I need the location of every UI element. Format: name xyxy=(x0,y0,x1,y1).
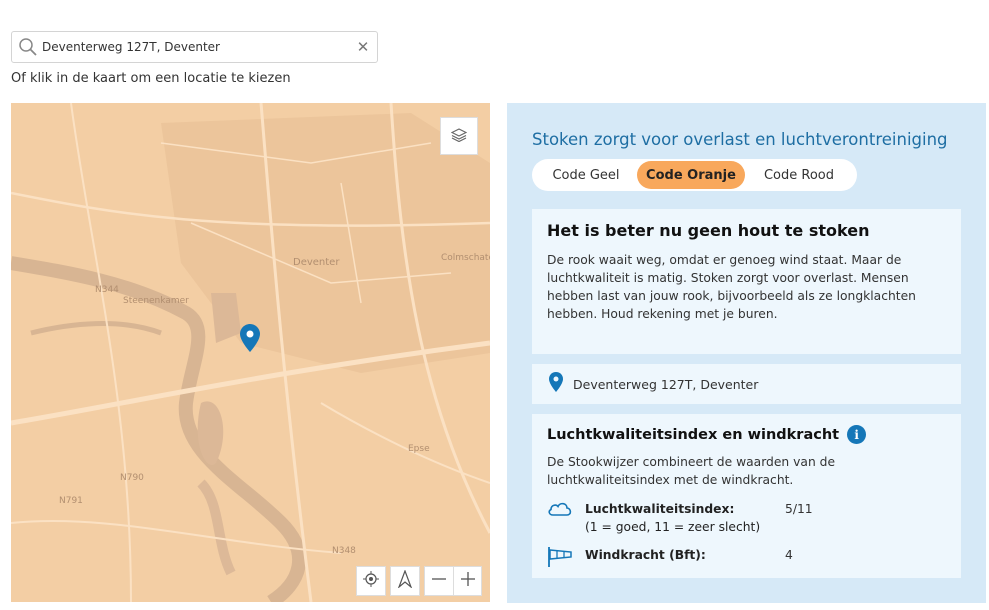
search-box[interactable]: ✕ xyxy=(11,31,378,63)
map-hint: Of klik in de kaart om een locatie te ki… xyxy=(11,71,291,86)
map-label-n791: N791 xyxy=(59,496,83,506)
location-pin-icon xyxy=(549,372,563,396)
map[interactable]: Deventer Colmschate Steenenkamer Epse N3… xyxy=(11,103,490,602)
aqi-row: Luchtkwaliteitsindex: (1 = goed, 11 = ze… xyxy=(547,500,813,536)
wind-label: Windkracht (Bft): xyxy=(585,548,706,562)
index-text: De Stookwijzer combineert de waarden van… xyxy=(547,455,836,487)
zoom-in-button[interactable] xyxy=(453,567,481,595)
code-rood-button[interactable]: Code Rood xyxy=(745,161,853,189)
info-icon[interactable]: i xyxy=(847,425,867,444)
map-label-n344: N344 xyxy=(95,285,119,295)
aqi-label: Luchtkwaliteitsindex: xyxy=(585,502,735,516)
locate-me-button[interactable] xyxy=(357,567,385,595)
plus-icon xyxy=(460,571,476,591)
map-label-colmschate: Colmschate xyxy=(441,253,490,263)
map-label-n790: N790 xyxy=(120,473,144,483)
crosshair-icon xyxy=(363,571,379,591)
zoom-out-button[interactable] xyxy=(425,567,453,595)
wind-value: 4 xyxy=(785,548,793,562)
aqi-value: 5/11 xyxy=(785,502,813,516)
index-card: Luchtkwaliteitsindex en windkracht i De … xyxy=(532,414,961,578)
address-card: Deventerweg 127T, Deventer xyxy=(532,364,961,404)
location-pin-icon xyxy=(240,324,260,356)
cloud-icon xyxy=(547,500,575,522)
layers-button[interactable] xyxy=(440,117,478,155)
info-panel: Stoken zorgt voor overlast en luchtveron… xyxy=(507,103,986,603)
wind-row: Windkracht (Bft): 4 xyxy=(547,546,793,572)
north-arrow-icon xyxy=(397,569,413,592)
map-label-epse: Epse xyxy=(408,444,430,454)
map-label-n348: N348 xyxy=(332,546,356,556)
index-title: Luchtkwaliteitsindex en windkracht xyxy=(547,426,840,443)
address-text: Deventerweg 127T, Deventer xyxy=(573,376,759,392)
map-controls xyxy=(356,566,482,596)
search-input[interactable] xyxy=(42,33,349,61)
advice-text: De rook waait weg, omdat er genoeg wind … xyxy=(547,253,916,321)
aqi-scale: (1 = goed, 11 = zeer slecht) xyxy=(585,520,761,534)
map-label-steenenkamer: Steenenkamer xyxy=(123,296,189,306)
search-icon xyxy=(14,32,42,62)
advice-title: Het is beter nu geen hout te stoken xyxy=(547,221,870,240)
advice-card: Het is beter nu geen hout te stoken De r… xyxy=(532,209,961,354)
map-label-deventer: Deventer xyxy=(293,257,340,268)
panel-title: Stoken zorgt voor overlast en luchtveron… xyxy=(532,130,948,149)
layers-icon xyxy=(450,127,468,146)
code-geel-button[interactable]: Code Geel xyxy=(535,161,637,189)
compass-button[interactable] xyxy=(391,567,419,595)
minus-icon xyxy=(431,571,447,591)
close-icon[interactable]: ✕ xyxy=(349,33,377,61)
windsock-icon xyxy=(547,546,575,572)
code-oranje-button[interactable]: Code Oranje xyxy=(637,161,745,189)
code-selector: Code Geel Code Oranje Code Rood xyxy=(532,159,857,191)
